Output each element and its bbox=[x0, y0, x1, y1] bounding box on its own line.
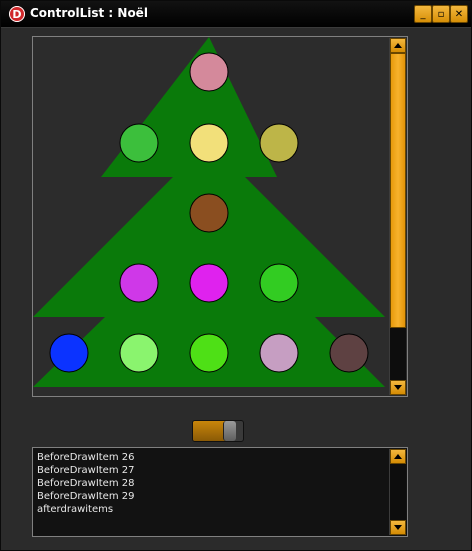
scroll-up-button[interactable] bbox=[390, 38, 406, 53]
log-lines: BeforeDrawItem 26 BeforeDrawItem 27 Before… bbox=[37, 451, 387, 516]
title-bar[interactable]: D ControlList : Noël _ ▫ ✕ bbox=[1, 1, 471, 28]
ornament-ball-2[interactable] bbox=[119, 123, 159, 163]
ornament-ball-6[interactable] bbox=[119, 263, 159, 303]
ornament-ball-4[interactable] bbox=[259, 123, 299, 163]
arrow-up-icon bbox=[394, 454, 402, 459]
maximize-button[interactable]: ▫ bbox=[432, 5, 450, 23]
ornament-ball-1[interactable] bbox=[189, 52, 229, 92]
scroll-down-button[interactable] bbox=[390, 380, 406, 395]
tree-vertical-scrollbar[interactable] bbox=[389, 38, 406, 395]
log-line: BeforeDrawItem 29 bbox=[37, 491, 135, 502]
app-logo-icon: D bbox=[9, 6, 25, 22]
log-line: afterdrawitems bbox=[37, 504, 114, 515]
ornament-ball-11[interactable] bbox=[189, 333, 229, 373]
control-list-view[interactable] bbox=[32, 36, 408, 397]
slider-knob[interactable] bbox=[223, 421, 236, 441]
arrow-up-icon bbox=[394, 43, 402, 48]
log-vertical-scrollbar[interactable] bbox=[389, 449, 406, 535]
horizontal-slider[interactable] bbox=[192, 420, 244, 442]
log-line: BeforeDrawItem 28 bbox=[37, 478, 135, 489]
ornament-ball-7[interactable] bbox=[189, 263, 229, 303]
window: D ControlList : Noël _ ▫ ✕ BeforeDrawIte… bbox=[0, 0, 472, 551]
ornament-ball-12[interactable] bbox=[259, 333, 299, 373]
event-log-list[interactable]: BeforeDrawItem 26 BeforeDrawItem 27 Before… bbox=[32, 447, 408, 537]
ornament-ball-10[interactable] bbox=[119, 333, 159, 373]
log-scroll-up-button[interactable] bbox=[390, 449, 406, 464]
close-button[interactable]: ✕ bbox=[450, 5, 468, 23]
ornament-ball-13[interactable] bbox=[329, 333, 369, 373]
arrow-down-icon bbox=[394, 525, 402, 530]
ornament-ball-8[interactable] bbox=[259, 263, 299, 303]
ornament-ball-5[interactable] bbox=[189, 193, 229, 233]
log-scroll-down-button[interactable] bbox=[390, 520, 406, 535]
ornament-ball-9[interactable] bbox=[49, 333, 89, 373]
minimize-button[interactable]: _ bbox=[414, 5, 432, 23]
log-line: BeforeDrawItem 27 bbox=[37, 465, 135, 476]
arrow-down-icon bbox=[394, 385, 402, 390]
scroll-thumb[interactable] bbox=[390, 53, 406, 328]
ornament-ball-3[interactable] bbox=[189, 123, 229, 163]
window-title: ControlList : Noël bbox=[30, 6, 148, 20]
christmas-tree-canvas bbox=[33, 37, 385, 387]
slider-fill bbox=[193, 421, 225, 441]
log-line: BeforeDrawItem 26 bbox=[37, 452, 135, 463]
